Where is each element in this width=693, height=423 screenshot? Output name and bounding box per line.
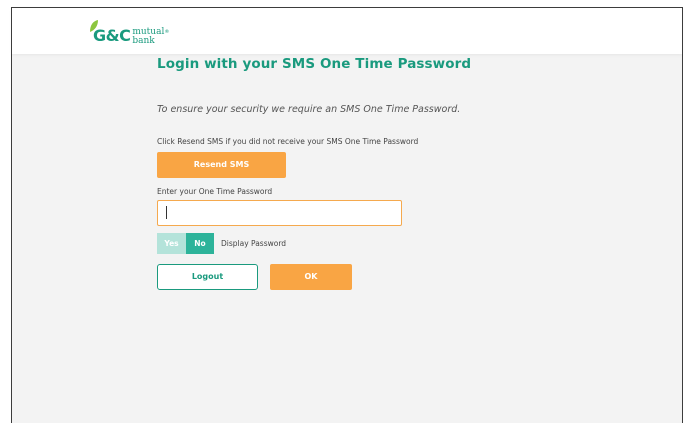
text-caret	[166, 206, 167, 219]
logo-bank: bank	[132, 36, 155, 46]
toggle-no-option[interactable]: No	[186, 233, 214, 254]
ok-button[interactable]: OK	[270, 264, 352, 290]
resend-sms-button[interactable]: Resend SMS	[157, 152, 286, 178]
display-password-toggle[interactable]: Yes No	[157, 233, 214, 254]
security-intro-text: To ensure your security we require an SM…	[157, 104, 461, 115]
logo-subtext: mutual bank	[132, 28, 169, 46]
otp-input[interactable]	[157, 200, 402, 226]
site-header: G&C mutual bank	[12, 8, 682, 54]
toggle-yes-option[interactable]: Yes	[157, 233, 186, 254]
logout-button[interactable]: Logout	[157, 264, 258, 290]
otp-field-label: Enter your One Time Password	[157, 187, 273, 196]
leaf-icon	[90, 20, 98, 32]
display-password-label: Display Password	[221, 239, 287, 248]
gc-mutual-bank-logo[interactable]: G&C mutual bank	[89, 20, 169, 46]
page-title: Login with your SMS One Time Password	[157, 56, 472, 72]
resend-instruction: Click Resend SMS if you did not receive …	[157, 137, 419, 146]
